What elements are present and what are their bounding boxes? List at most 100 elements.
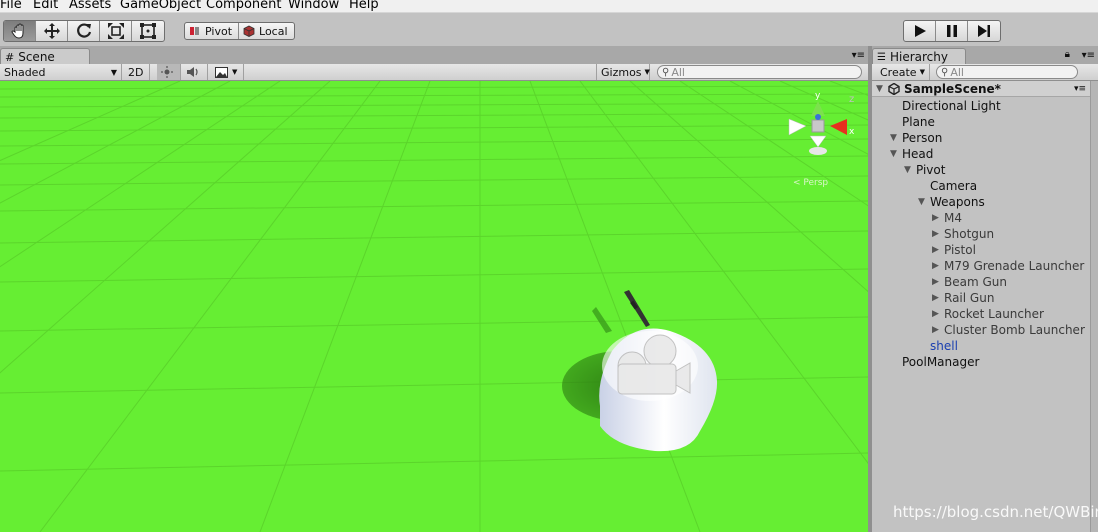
shading-mode-dropdown[interactable]: Shaded ▼ (0, 64, 122, 80)
move-tool-button[interactable] (36, 21, 68, 41)
hierarchy-search-placeholder: All (950, 65, 964, 79)
axis-x-label: x (849, 127, 855, 137)
persp-label[interactable]: < Persp (793, 178, 828, 188)
rect-icon (140, 23, 156, 39)
hierarchy-item-label: PoolManager (902, 355, 980, 369)
scale-icon (107, 23, 124, 39)
collapsed-arrow-icon[interactable]: ▶ (932, 261, 944, 271)
hierarchy-item[interactable]: ▶ Beam Gun (932, 274, 1007, 290)
collapsed-arrow-icon[interactable]: ▶ (932, 213, 944, 223)
effects-dropdown[interactable]: ▼ (211, 64, 244, 80)
collapsed-arrow-icon[interactable]: ▶ (932, 245, 944, 255)
rotate-icon (76, 23, 91, 38)
hierarchy-item-label: Plane (902, 115, 935, 129)
menu-help[interactable]: Help (349, 0, 379, 12)
menu-file[interactable]: File (0, 0, 22, 12)
hierarchy-item[interactable]: ▶ Shotgun (932, 226, 994, 242)
hierarchy-item[interactable]: Directional Light (890, 98, 1001, 114)
scene-viewport[interactable]: y x z < Persp (0, 81, 868, 532)
hierarchy-item[interactable]: ▼ Weapons (918, 194, 985, 210)
collapsed-arrow-icon[interactable]: ▶ (932, 325, 944, 335)
2d-label: 2D (128, 65, 144, 79)
pause-button[interactable] (936, 21, 968, 41)
hierarchy-item-label: Directional Light (902, 99, 1001, 113)
menu-component[interactable]: Component (206, 0, 281, 12)
unity-logo-icon (888, 82, 900, 95)
hierarchy-item[interactable]: ▶ Cluster Bomb Launcher (932, 322, 1085, 338)
shading-mode-value: Shaded (4, 65, 46, 79)
pivot-toggle-button[interactable]: Pivot (185, 23, 240, 39)
panel-menu-icon[interactable]: ▾≡ (852, 50, 865, 61)
move-icon (43, 23, 60, 39)
local-toggle-button[interactable]: Local (239, 23, 294, 39)
playback-controls (903, 20, 1001, 42)
rect-tool-button[interactable] (132, 21, 164, 41)
lock-icon[interactable]: 🔒︎ (1065, 49, 1070, 60)
hierarchy-item[interactable]: ▶ M79 Grenade Launcher (932, 258, 1084, 274)
hierarchy-item[interactable]: Plane (890, 114, 935, 130)
expand-arrow-icon[interactable]: ▼ (890, 149, 902, 159)
hierarchy-toolbar: Create ▼ ⚲ All (872, 64, 1098, 81)
expand-arrow-icon[interactable]: ▼ (904, 165, 916, 175)
image-icon (215, 66, 228, 78)
hierarchy-item-label: M4 (944, 211, 962, 225)
axis-z-faint: z (849, 94, 854, 105)
expand-arrow-icon[interactable]: ▼ (890, 133, 902, 143)
scene-menu-icon[interactable]: ▾≡ (1074, 84, 1086, 94)
audio-toggle-button[interactable] (182, 64, 208, 80)
hierarchy-item[interactable]: ▶ M4 (932, 210, 962, 226)
hand-tool-button[interactable] (4, 21, 36, 41)
gizmos-dropdown[interactable]: Gizmos ▼ (596, 64, 650, 80)
pivot-label: Pivot (205, 24, 233, 38)
scene-search-placeholder: All (671, 65, 685, 79)
hierarchy-scrollbar[interactable] (1090, 81, 1098, 532)
menu-edit[interactable]: Edit (33, 0, 58, 12)
scene-tab-label: Scene (18, 50, 55, 64)
scale-tool-button[interactable] (100, 21, 132, 41)
local-label: Local (259, 24, 288, 38)
hierarchy-item[interactable]: ▶ Pistol (932, 242, 976, 258)
pivot-local-group: Pivot Local (184, 22, 295, 40)
step-button[interactable] (968, 21, 1000, 41)
scene-root-row[interactable]: ▼ SampleScene* ▾≡ (872, 81, 1090, 97)
expand-arrow-icon[interactable]: ▼ (918, 197, 930, 207)
hierarchy-item-label: shell (930, 339, 958, 353)
lighting-toggle-button[interactable] (157, 64, 181, 80)
speaker-icon (187, 67, 198, 77)
create-label: Create (880, 65, 917, 79)
menu-gameobject[interactable]: GameObject (120, 0, 201, 12)
hierarchy-item[interactable]: ▶ Rail Gun (932, 290, 994, 306)
hierarchy-item[interactable]: ▼ Person (890, 130, 942, 146)
create-dropdown[interactable]: Create ▼ (876, 64, 930, 80)
pivot-icon (190, 27, 199, 35)
play-button[interactable] (904, 21, 936, 41)
hierarchy-item[interactable]: ▶ Rocket Launcher (932, 306, 1044, 322)
2d-toggle-button[interactable]: 2D (124, 64, 150, 80)
collapsed-arrow-icon[interactable]: ▶ (932, 309, 944, 319)
menu-assets[interactable]: Assets (69, 0, 111, 12)
dropdown-arrow-icon: ▼ (644, 68, 650, 76)
hierarchy-tab-label: Hierarchy (889, 50, 948, 64)
hierarchy-item[interactable]: ▼ Head (890, 146, 933, 162)
hierarchy-item-label: M79 Grenade Launcher (944, 259, 1085, 273)
collapsed-arrow-icon[interactable]: ▶ (932, 293, 944, 303)
sun-icon (161, 66, 173, 78)
hierarchy-item[interactable]: ▼ Pivot (904, 162, 945, 178)
scene-search-field[interactable]: ⚲ All (657, 65, 862, 79)
hierarchy-search-field[interactable]: ⚲ All (936, 65, 1078, 79)
panel-menu-icon[interactable]: ▾≡ (1082, 50, 1095, 61)
rotate-tool-button[interactable] (68, 21, 100, 41)
hierarchy-item[interactable]: PoolManager (890, 354, 979, 370)
hierarchy-item[interactable]: Camera (918, 178, 977, 194)
menu-window[interactable]: Window (288, 0, 339, 12)
dropdown-arrow-icon: ▼ (232, 68, 238, 76)
tab-hierarchy[interactable]: ☰ Hierarchy (872, 48, 966, 65)
hierarchy-item-label: Person (902, 131, 943, 145)
tab-scene[interactable]: # Scene (0, 48, 90, 65)
expand-arrow-icon[interactable]: ▼ (876, 84, 888, 94)
collapsed-arrow-icon[interactable]: ▶ (932, 229, 944, 239)
dropdown-arrow-icon: ▼ (919, 68, 925, 76)
collapsed-arrow-icon[interactable]: ▶ (932, 277, 944, 287)
hierarchy-item-label: Head (902, 147, 934, 161)
hierarchy-item[interactable]: shell (918, 338, 958, 354)
